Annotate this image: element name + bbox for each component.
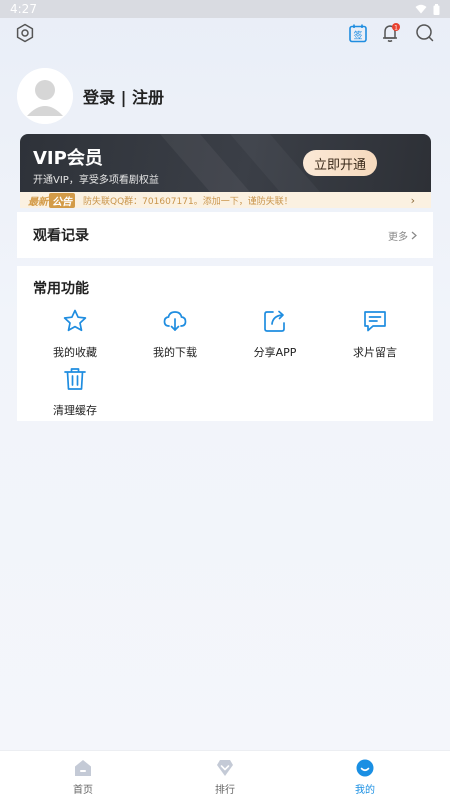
open-vip-button[interactable]: 立即开通 xyxy=(303,150,377,176)
downloads-button[interactable]: 我的下载 xyxy=(125,306,225,360)
login-register-link[interactable]: 登录 | 注册 xyxy=(83,84,164,108)
chevron-right-icon xyxy=(411,231,417,239)
common-functions-title: 常用功能 xyxy=(33,281,89,297)
chevron-right-icon: › xyxy=(410,193,415,207)
share-icon xyxy=(264,310,285,332)
wifi-icon xyxy=(415,4,427,14)
vip-title: VIP会员 xyxy=(33,148,103,169)
clear-cache-button[interactable]: 清理缓存 xyxy=(25,364,125,418)
notice-tag: 最新 公告 xyxy=(28,192,75,208)
status-bar: 4:27 xyxy=(0,0,450,18)
common-functions-section: 常用功能 我的收藏 我的下载 分享APP 求片留言 清理缓存 xyxy=(17,266,433,421)
star-icon xyxy=(63,309,87,332)
default-avatar-icon xyxy=(17,68,73,124)
more-label: 更多 xyxy=(388,231,408,243)
calendar-checkin-icon: 签 xyxy=(349,24,367,43)
request-message-label: 求片留言 xyxy=(353,346,397,359)
favorites-button[interactable]: 我的收藏 xyxy=(25,306,125,360)
bell-icon: 1 xyxy=(383,23,400,42)
nav-home[interactable]: 首页 xyxy=(53,759,113,796)
cloud-download-icon xyxy=(163,311,187,331)
notice-tag-latest: 最新 xyxy=(28,196,48,208)
share-app-button[interactable]: 分享APP xyxy=(225,306,325,360)
clear-cache-label: 清理缓存 xyxy=(53,404,97,417)
battery-icon xyxy=(433,3,440,15)
share-app-label: 分享APP xyxy=(253,346,297,359)
watch-history-section[interactable]: 观看记录 更多 xyxy=(17,212,433,258)
downloads-label: 我的下载 xyxy=(153,346,197,359)
notice-bar[interactable]: 最新 公告 防失联QQ群：701607171。添加一下，谨防失联！ › xyxy=(20,192,431,208)
checkin-icon-label: 签 xyxy=(353,30,362,42)
home-icon xyxy=(75,760,91,776)
favorites-label: 我的收藏 xyxy=(53,346,97,359)
nav-home-label: 首页 xyxy=(73,785,93,796)
notice-tag-announcement: 公告 xyxy=(49,192,75,208)
nav-ranking-label: 排行 xyxy=(215,785,235,796)
avatar[interactable] xyxy=(17,68,73,124)
notification-badge: 1 xyxy=(394,24,398,31)
profile-header[interactable]: 登录 | 注册 xyxy=(17,68,164,124)
ranking-icon xyxy=(217,760,233,776)
request-message-button[interactable]: 求片留言 xyxy=(325,306,425,360)
settings-icon xyxy=(16,23,34,43)
message-icon xyxy=(364,311,386,332)
top-toolbar: 签 1 xyxy=(0,22,450,46)
profile-icon xyxy=(356,759,374,777)
trash-icon xyxy=(64,368,86,390)
checkin-button[interactable]: 签 xyxy=(347,22,369,44)
nav-mine-label: 我的 xyxy=(355,785,375,796)
more-link[interactable]: 更多 xyxy=(388,228,417,243)
watch-history-title: 观看记录 xyxy=(33,228,89,244)
search-button[interactable] xyxy=(414,22,436,44)
vip-card[interactable]: VIP会员 开通VIP，享受多项看剧权益 立即开通 xyxy=(20,134,431,192)
nav-ranking[interactable]: 排行 xyxy=(195,759,255,796)
bottom-navigation: 首页 排行 我的 xyxy=(0,750,450,800)
status-time: 4:27 xyxy=(10,2,37,16)
search-icon xyxy=(416,24,434,42)
notification-button[interactable]: 1 xyxy=(380,22,402,44)
settings-button[interactable] xyxy=(14,22,36,44)
notice-text: 防失联QQ群：701607171。添加一下，谨防失联！ xyxy=(83,196,293,207)
vip-subtitle: 开通VIP，享受多项看剧权益 xyxy=(33,175,159,186)
nav-mine[interactable]: 我的 xyxy=(335,759,395,796)
